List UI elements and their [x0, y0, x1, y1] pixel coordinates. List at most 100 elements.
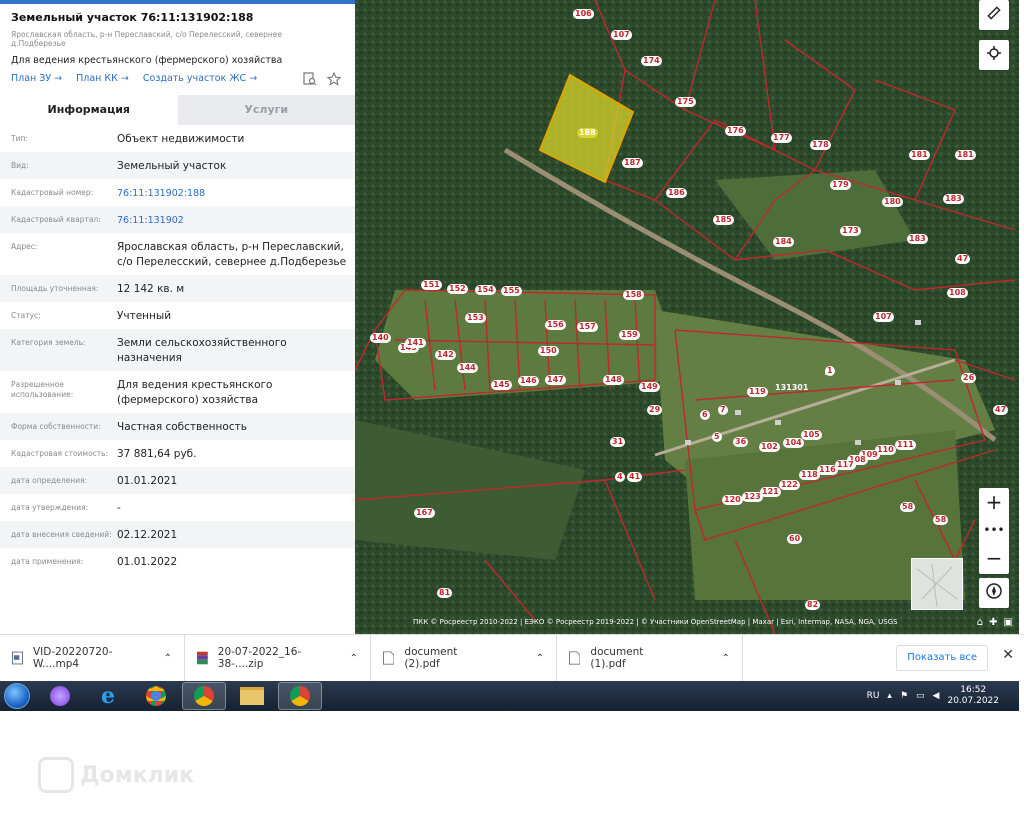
- plot-number-label[interactable]: 47: [993, 405, 1009, 415]
- plot-number-label[interactable]: 147: [545, 375, 566, 385]
- chevron-up-icon[interactable]: ⌃: [722, 653, 730, 664]
- plot-number-label[interactable]: 31: [610, 437, 626, 447]
- download-item[interactable]: document (1).pdf ⌃: [557, 634, 743, 682]
- map-view[interactable]: 188 172189174175176177178181181179180183…: [355, 0, 1019, 634]
- plot-number-label[interactable]: 1: [825, 366, 835, 376]
- plan-zu-link[interactable]: План ЗУ →: [11, 73, 62, 84]
- plot-number-label[interactable]: 154: [475, 285, 496, 295]
- plot-number-label[interactable]: 173: [840, 226, 861, 236]
- plot-number-label[interactable]: 152: [447, 284, 468, 294]
- plot-number-label[interactable]: 58: [933, 515, 949, 525]
- plot-number-label[interactable]: 179: [830, 180, 851, 190]
- plot-number-label[interactable]: 181: [909, 150, 930, 160]
- zoom-out-button[interactable]: −: [979, 544, 1009, 572]
- plot-number-label[interactable]: 120: [722, 495, 743, 505]
- tab-services[interactable]: Услуги: [177, 95, 355, 125]
- info-row-link[interactable]: 76:11:131902:188: [117, 186, 347, 201]
- zoom-in-button[interactable]: +: [979, 488, 1009, 516]
- plot-number-label[interactable]: 82: [805, 600, 821, 610]
- plot-number-label[interactable]: 60: [787, 534, 803, 544]
- taskbar-app[interactable]: [134, 682, 178, 710]
- plot-number-label[interactable]: 123: [742, 492, 763, 502]
- plot-number-label[interactable]: 140: [370, 333, 391, 343]
- plot-number-label[interactable]: 157: [577, 322, 598, 332]
- tab-information[interactable]: Информация: [0, 95, 178, 125]
- plot-number-label[interactable]: 107: [873, 312, 894, 322]
- taskbar-app[interactable]: [182, 682, 226, 710]
- chevron-up-icon[interactable]: ▴: [887, 691, 892, 701]
- plot-number-label[interactable]: 175: [675, 97, 696, 107]
- plot-number-label[interactable]: 159: [619, 330, 640, 340]
- home-icon[interactable]: ⌂: [977, 617, 983, 628]
- plot-number-label[interactable]: 119: [747, 387, 768, 397]
- info-row-link[interactable]: 76:11:131902: [117, 213, 347, 228]
- download-item[interactable]: document (2).pdf ⌃: [371, 634, 557, 682]
- plot-number-label[interactable]: 144: [457, 363, 478, 373]
- plot-number-label[interactable]: 111: [895, 440, 916, 450]
- plot-number-label[interactable]: 149: [639, 382, 660, 392]
- plot-number-label[interactable]: 4: [615, 472, 625, 482]
- plot-number-label[interactable]: 150: [538, 346, 559, 356]
- chevron-up-icon[interactable]: ⌃: [164, 653, 172, 664]
- print-icon[interactable]: ▣: [1004, 617, 1013, 628]
- plot-number-label[interactable]: 102: [759, 442, 780, 452]
- plot-number-label[interactable]: 178: [810, 140, 831, 150]
- plot-number-label[interactable]: 141: [405, 338, 426, 348]
- plot-number-label[interactable]: 180: [882, 197, 903, 207]
- plot-number-label[interactable]: 153: [465, 313, 486, 323]
- plot-number-label[interactable]: 155: [501, 286, 522, 296]
- taskbar-app[interactable]: [278, 682, 322, 710]
- plot-number-label[interactable]: 47: [955, 254, 971, 264]
- plot-number-label[interactable]: 167: [414, 508, 435, 518]
- plot-number-label[interactable]: 177: [771, 133, 792, 143]
- volume-icon[interactable]: ◀: [933, 691, 940, 701]
- plot-number-label[interactable]: 185: [713, 215, 734, 225]
- plan-kk-link[interactable]: План КК →: [76, 73, 129, 84]
- plot-number-label[interactable]: 121: [760, 487, 781, 497]
- plot-number-label[interactable]: 108: [947, 288, 968, 298]
- plot-number-label[interactable]: 146: [518, 376, 539, 386]
- taskbar-app[interactable]: [38, 682, 82, 710]
- plot-number-label[interactable]: 6: [700, 410, 710, 420]
- chevron-up-icon[interactable]: ⌃: [536, 653, 544, 664]
- plot-number-label[interactable]: 145: [491, 380, 512, 390]
- star-icon[interactable]: [326, 71, 342, 86]
- clock[interactable]: 16:52 20.07.2022: [947, 685, 999, 707]
- network-icon[interactable]: ▭: [916, 691, 925, 701]
- plot-number-label[interactable]: 187: [622, 158, 643, 168]
- download-item[interactable]: VID-20220720-W....mp4 ⌃: [0, 634, 185, 682]
- language-indicator[interactable]: RU: [867, 691, 880, 701]
- taskbar-app[interactable]: [230, 682, 274, 710]
- chevron-up-icon[interactable]: ⌃: [350, 653, 358, 664]
- more-options-button[interactable]: •••: [979, 516, 1009, 544]
- plot-number-label[interactable]: 7: [718, 405, 728, 415]
- compass-button[interactable]: [979, 578, 1009, 608]
- ruler-button[interactable]: [979, 0, 1009, 30]
- plot-number-label[interactable]: 118: [799, 470, 820, 480]
- plot-number-label[interactable]: 156: [545, 320, 566, 330]
- plot-number-label[interactable]: 81: [437, 588, 453, 598]
- plot-number-label[interactable]: 142: [435, 350, 456, 360]
- plot-number-label[interactable]: 174: [641, 56, 662, 66]
- plot-number-label[interactable]: 151: [421, 280, 442, 290]
- plot-number-label[interactable]: 29: [647, 405, 663, 415]
- download-item[interactable]: 20-07-2022_16-38-....zip ⌃: [185, 634, 371, 682]
- start-button[interactable]: [0, 681, 34, 711]
- plot-number-label[interactable]: 183: [943, 194, 964, 204]
- plot-number-label[interactable]: 117: [835, 460, 856, 470]
- plot-number-label[interactable]: 107: [611, 30, 632, 40]
- plot-number-label[interactable]: 148: [603, 375, 624, 385]
- search-document-icon[interactable]: [303, 72, 317, 86]
- plot-number-label[interactable]: 158: [623, 290, 644, 300]
- plot-number-label[interactable]: 104: [783, 438, 804, 448]
- plot-number-label[interactable]: 105: [801, 430, 822, 440]
- plot-number-label[interactable]: 184: [773, 237, 794, 247]
- plot-number-label[interactable]: 176: [725, 126, 746, 136]
- close-icon[interactable]: ✕: [1002, 647, 1014, 663]
- locate-button[interactable]: [979, 40, 1009, 70]
- plot-number-label[interactable]: 116: [817, 465, 838, 475]
- plot-number-label[interactable]: 41: [627, 472, 643, 482]
- plot-number-label[interactable]: 106: [573, 9, 594, 19]
- fullscreen-icon[interactable]: ✚: [989, 617, 997, 628]
- taskbar-app[interactable]: e: [86, 682, 130, 710]
